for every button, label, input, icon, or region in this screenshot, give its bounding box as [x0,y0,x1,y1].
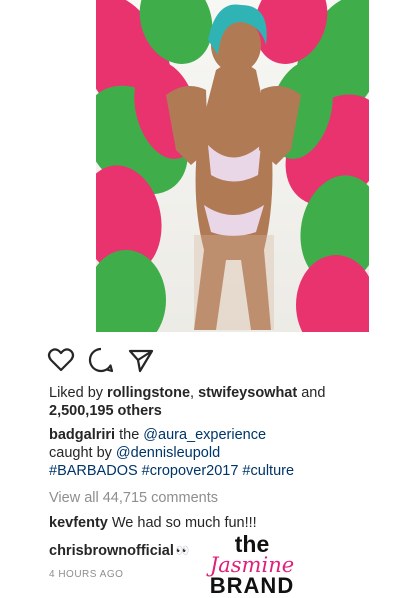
caption-text-2: caught by [49,445,116,461]
carnival-photo-illustration [96,0,369,332]
mention-aura-experience[interactable]: @aura_experience [143,427,266,443]
caption-username[interactable]: badgalriri [49,427,115,443]
eyes-emoji: 👀 [175,545,190,558]
watermark-line-3: BRAND [209,573,295,598]
comment-text: We had so much fun!!! [107,515,257,531]
liker-rollingstone[interactable]: rollingstone [107,385,190,401]
post-actions [47,345,155,375]
post-timestamp: 4 HOURS AGO [49,569,124,580]
likes-and: and [297,385,326,401]
comment-username[interactable]: kevfenty [49,515,108,531]
watermark-line-2: Jasmine [209,553,295,577]
mention-dennisleupold[interactable]: @dennisleupold [116,445,220,461]
share-icon[interactable] [127,346,155,374]
post-caption: badgalriri the @aura_experience caught b… [49,426,379,480]
comment-username[interactable]: chrisbrownofficial [49,543,174,559]
jasmine-brand-watermark: the Jasmine BRAND [192,533,312,597]
view-all-comments-link[interactable]: View all 44,715 comments [49,489,379,507]
post-photo[interactable] [96,0,369,332]
comment-icon[interactable] [87,346,115,374]
heart-icon[interactable] [47,346,75,374]
likes-prefix: Liked by [49,385,108,401]
caption-text-1: the [115,427,144,443]
likes-summary[interactable]: Liked by rollingstone, stwifeysowhat and… [49,384,379,420]
caption-hashtags[interactable]: #BARBADOS #cropover2017 #culture [49,463,294,479]
likes-separator: , [190,385,199,401]
liker-stwifeysowhat[interactable]: stwifeysowhat [198,385,297,401]
watermark-line-1: the [234,531,270,557]
comment-item: kevfenty We had so much fun!!! [49,514,379,532]
likes-count[interactable]: 2,500,195 others [49,403,162,419]
